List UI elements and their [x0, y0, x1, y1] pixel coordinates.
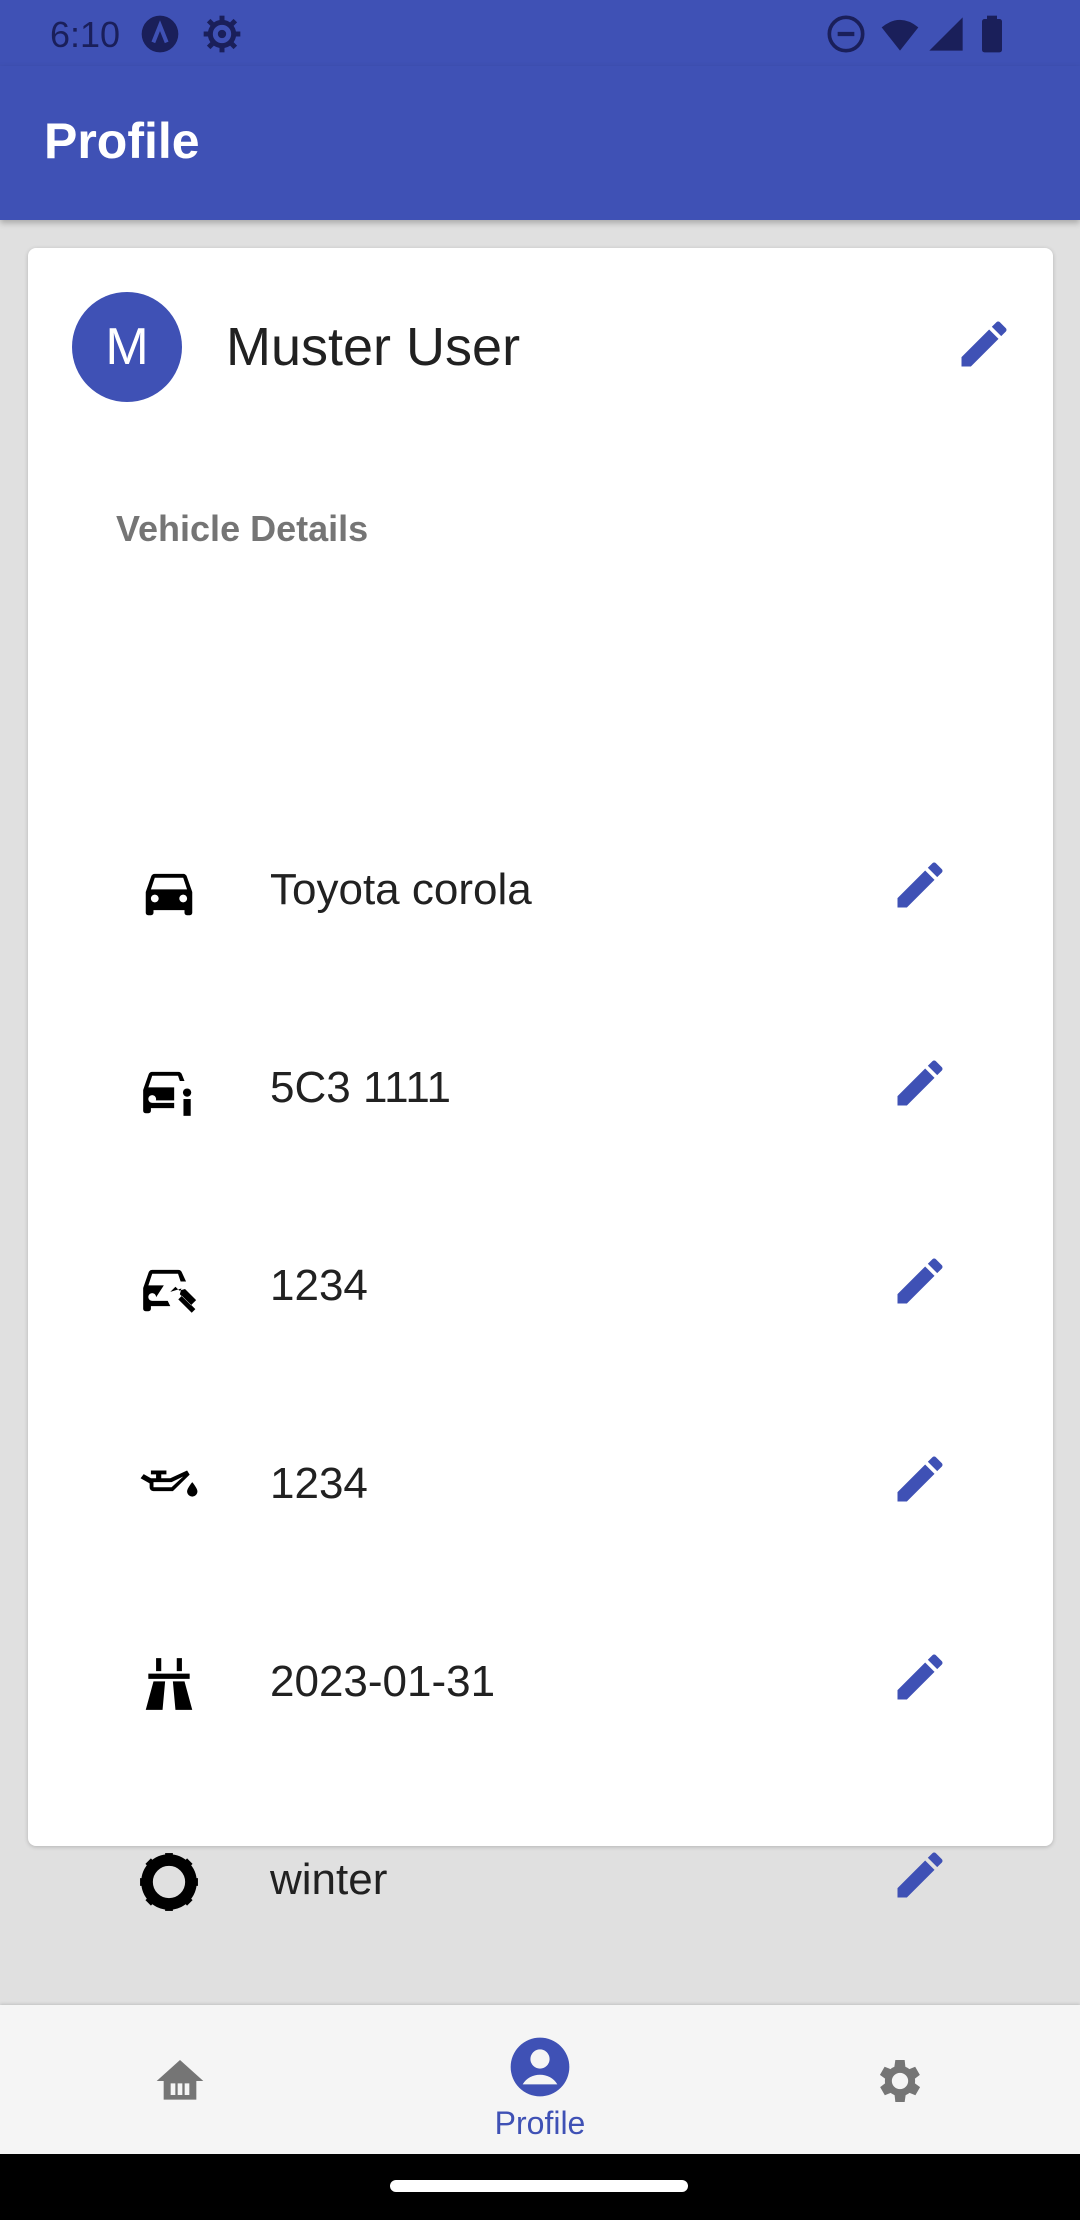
oil-can-icon: [140, 1470, 198, 1497]
oil-value: 1234: [270, 1459, 368, 1508]
profile-card: M Muster User Vehicle Details Toyota cor…: [28, 248, 1053, 1911]
vehicle-row-service: 1234: [28, 1189, 1053, 1387]
nav-item-settings[interactable]: [720, 2005, 1080, 2154]
tire-icon: [140, 1853, 198, 1911]
car-repair-icon: [143, 1269, 197, 1313]
status-time: 6:10: [50, 14, 121, 55]
user-name: Muster User: [226, 317, 521, 377]
tires-value: winter: [270, 1855, 388, 1904]
edit-oil-button[interactable]: [890, 1449, 950, 1509]
avatar: M: [72, 292, 182, 402]
edit-user-button[interactable]: [954, 314, 1014, 374]
car-icon: [145, 873, 193, 916]
section-label: Vehicle Details: [116, 508, 369, 549]
wifi-icon: [881, 19, 919, 51]
vehicle-row-tires: winter: [28, 1783, 1053, 1981]
vehicle-model-value: Toyota corola: [270, 865, 532, 914]
edit-plate-button[interactable]: [890, 1053, 950, 1113]
edit-date-button[interactable]: [890, 1647, 950, 1707]
vehicle-row-plate: 5C3 1111: [28, 991, 1053, 1189]
road-icon: [145, 1658, 193, 1710]
home-icon: [156, 2060, 204, 2100]
account-circle-icon: [510, 2037, 570, 2097]
edit-service-button[interactable]: [890, 1251, 950, 1311]
car-info-icon: [143, 1071, 192, 1116]
nav-item-profile[interactable]: Profile: [360, 2005, 720, 2154]
avatar-letter: M: [105, 318, 149, 376]
gesture-bar: [0, 2154, 1080, 2220]
bottom-navigation: Profile: [0, 2005, 1080, 2154]
edit-tires-button[interactable]: [890, 1845, 950, 1905]
page-title: Profile: [44, 113, 200, 169]
date-value: 2023-01-31: [270, 1657, 496, 1706]
vehicle-row-oil: 1234: [28, 1387, 1053, 1585]
settings-icon: [879, 2060, 921, 2102]
dnd-icon: [827, 15, 865, 53]
battery-icon: [982, 15, 1002, 53]
home-gesture-handle[interactable]: [390, 2180, 688, 2192]
service-value: 1234: [270, 1261, 368, 1310]
vehicle-row-model: Toyota corola: [28, 793, 1053, 991]
status-bar: 6:10: [0, 0, 1080, 66]
signal-icon: [929, 17, 963, 51]
gear-icon: [203, 15, 241, 53]
license-plate-value: 5C3 1111: [270, 1063, 452, 1112]
app-bar: Profile: [0, 66, 1080, 220]
edit-model-button[interactable]: [890, 855, 950, 915]
a-circle-icon: [141, 15, 179, 53]
vehicle-row-date: 2023-01-31: [28, 1585, 1053, 1783]
nav-label-profile: Profile: [494, 2105, 586, 2141]
nav-item-home[interactable]: [0, 2005, 360, 2154]
